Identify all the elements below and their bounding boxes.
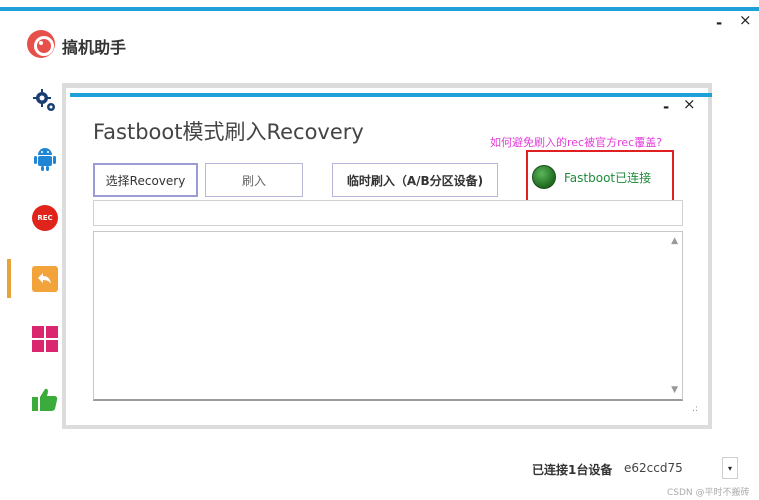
title-accent-bar — [0, 7, 759, 11]
sidebar-item-flash[interactable] — [30, 264, 60, 294]
flash-recovery-panel: - × Fastboot模式刷入Recovery 如何避免刷入的rec被官方re… — [62, 83, 712, 429]
grid-icon — [32, 326, 58, 352]
scroll-up-icon[interactable]: ▲ — [671, 236, 678, 246]
resize-grip-icon[interactable]: .: — [692, 405, 698, 414]
connection-status: Fastboot已连接 — [526, 150, 674, 204]
select-recovery-button[interactable]: 选择Recovery — [93, 163, 198, 197]
back-arrow-icon — [32, 266, 58, 292]
watermark: CSDN @平时不搬砖 — [667, 488, 750, 498]
status-text: Fastboot已连接 — [564, 170, 652, 185]
chevron-down-icon: ▾ — [727, 463, 732, 473]
status-led-icon — [532, 165, 556, 189]
panel-minimize-button[interactable]: - — [663, 98, 669, 116]
sidebar-item-rec[interactable]: REC — [30, 203, 60, 233]
close-button[interactable]: × — [739, 11, 752, 29]
scroll-down-icon[interactable]: ▼ — [671, 385, 678, 395]
log-output[interactable]: ▲ ▼ — [93, 231, 683, 401]
android-icon — [34, 148, 56, 171]
sidebar-item-android[interactable] — [30, 144, 60, 174]
gear-icon — [33, 89, 55, 111]
device-count-label: 已连接1台设备 — [532, 463, 613, 477]
device-dropdown-button[interactable]: ▾ — [722, 457, 738, 479]
panel-body: - × Fastboot模式刷入Recovery 如何避免刷入的rec被官方re… — [66, 88, 712, 425]
app-window: - × 搞机助手 REC - × Fastboot模式刷入Recovery 如何… — [0, 0, 759, 500]
app-title: 搞机助手 — [62, 38, 127, 57]
app-logo-icon — [27, 30, 55, 58]
file-path-bar — [93, 200, 683, 226]
rec-icon: REC — [32, 205, 58, 231]
flash-button[interactable]: 刷入 — [205, 163, 303, 197]
thumbs-up-icon — [32, 388, 58, 411]
panel-accent-bar — [70, 93, 712, 97]
temp-flash-button[interactable]: 临时刷入（A/B分区设备) — [332, 163, 498, 197]
device-id: e62ccd75 — [624, 461, 683, 475]
sidebar-item-like[interactable] — [30, 384, 60, 414]
page-title: Fastboot模式刷入Recovery — [93, 120, 364, 144]
minimize-button[interactable]: - — [716, 14, 722, 32]
sidebar-item-settings[interactable] — [30, 86, 60, 116]
help-link[interactable]: 如何避免刷入的rec被官方rec覆盖? — [490, 134, 662, 150]
panel-close-button[interactable]: × — [683, 95, 696, 113]
sidebar-active-indicator — [7, 259, 11, 298]
sidebar-item-apps[interactable] — [30, 324, 60, 354]
